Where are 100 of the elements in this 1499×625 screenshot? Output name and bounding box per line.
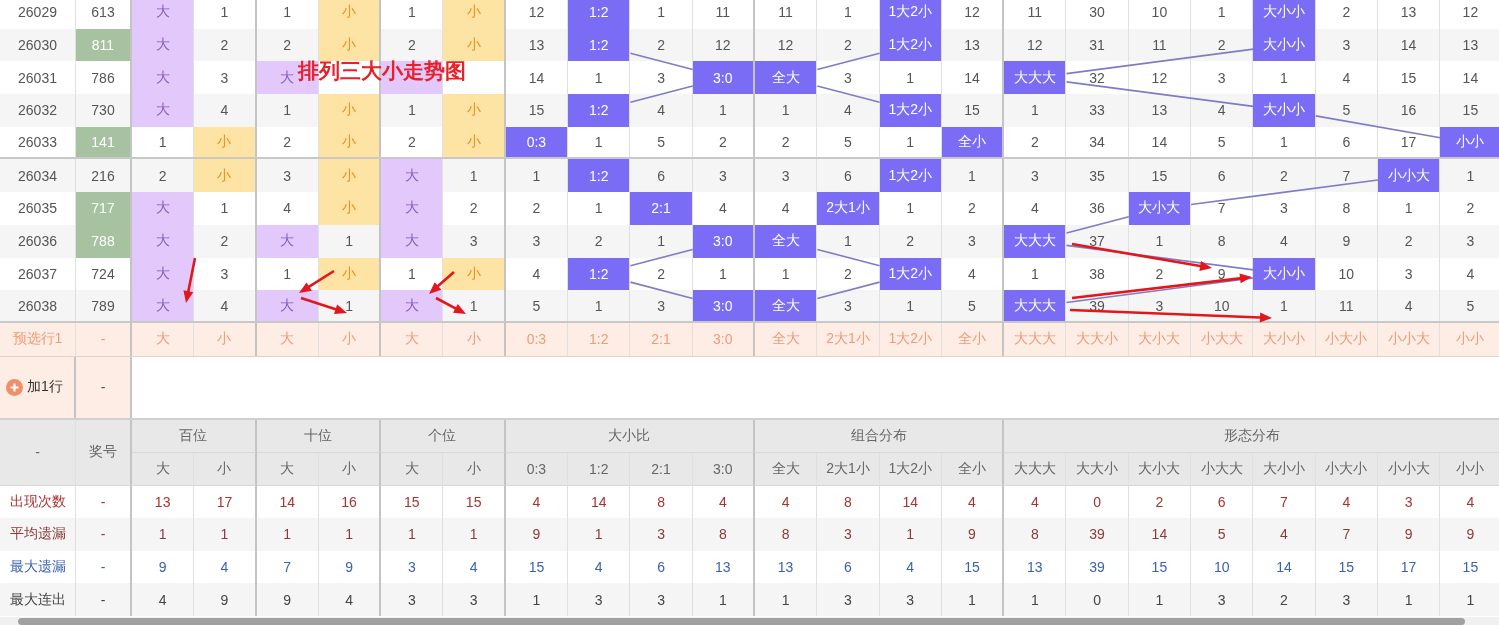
miss-count: 9 xyxy=(1315,224,1378,258)
hit-marker: 大 xyxy=(132,224,195,258)
hit-marker: 大小小 xyxy=(1253,0,1316,29)
stat-value: 3 xyxy=(630,583,693,616)
scrollbar-thumb[interactable] xyxy=(18,618,1465,625)
preselect-option[interactable]: 大 xyxy=(256,322,319,356)
stat-value: 1 xyxy=(754,583,818,616)
preselect-option[interactable]: 3:0 xyxy=(692,322,755,356)
column-header: 1大2小 xyxy=(879,452,942,486)
preselect-option[interactable]: 小 xyxy=(443,322,506,356)
annotation-arrow xyxy=(299,269,335,293)
miss-count: 2 xyxy=(1315,0,1378,29)
miss-count: 2 xyxy=(630,28,693,62)
miss-count: 4 xyxy=(817,94,880,127)
preselect-option[interactable]: 小小 xyxy=(1440,322,1499,356)
column-header: 1:2 xyxy=(568,452,631,486)
hit-marker: 小小大 xyxy=(1377,159,1441,193)
preselect-option[interactable]: 大 xyxy=(132,322,195,356)
miss-count: 6 xyxy=(1315,126,1378,158)
column-header: 小大小 xyxy=(1315,452,1378,486)
preselect-option[interactable]: 1大2小 xyxy=(879,322,942,356)
stat-value: 4 xyxy=(1253,518,1316,551)
stat-value: 3 xyxy=(443,583,506,616)
preselect-option[interactable]: 1:2 xyxy=(568,322,631,356)
scrollbar[interactable] xyxy=(0,617,1499,625)
preselect-option[interactable]: 大大小 xyxy=(1066,322,1129,356)
hit-marker: 小 xyxy=(443,257,506,291)
preselect-option[interactable]: 全小 xyxy=(941,322,1005,356)
add-row-button[interactable]: 加1行 xyxy=(0,356,76,418)
draw-number: 788 xyxy=(76,224,132,258)
miss-count: 31 xyxy=(1066,28,1129,62)
hit-marker: 1:2 xyxy=(568,0,631,29)
preselect-option[interactable]: 小大小 xyxy=(1315,322,1378,356)
hit-marker: 小 xyxy=(318,126,382,158)
trend-line xyxy=(629,248,694,267)
trend-line xyxy=(816,281,881,300)
column-header: 2:1 xyxy=(630,452,693,486)
stat-value: 3 xyxy=(381,583,444,616)
miss-count: 14 xyxy=(1377,28,1441,62)
hit-marker: 全大 xyxy=(754,290,818,321)
stat-value: 14 xyxy=(1128,518,1192,551)
hit-marker: 3:0 xyxy=(692,224,755,258)
column-header: 2大1小 xyxy=(817,452,880,486)
hit-marker: 1:2 xyxy=(568,94,631,127)
preselect-option[interactable]: 小 xyxy=(194,322,257,356)
hit-marker: 小 xyxy=(443,28,506,62)
column-header: 大小大 xyxy=(1128,452,1192,486)
hit-marker: 大 xyxy=(132,28,195,62)
hit-marker: 小小 xyxy=(1440,126,1499,158)
group-header: 十位 xyxy=(256,419,382,453)
stat-value: 3 xyxy=(879,583,942,616)
hit-marker: 大 xyxy=(132,0,195,29)
miss-count: 8 xyxy=(1191,224,1254,258)
preselect-option[interactable]: 大大大 xyxy=(1004,322,1067,356)
column-header: 0:3 xyxy=(505,452,569,486)
miss-count: 3 xyxy=(1253,192,1316,225)
preselect-option[interactable]: 2大1小 xyxy=(817,322,880,356)
hit-marker: 大小小 xyxy=(1253,28,1316,62)
preselect-option[interactable]: 小 xyxy=(318,322,382,356)
hit-marker: 小 xyxy=(318,192,382,225)
issue-number: 26034 xyxy=(0,159,76,193)
stat-value: 3 xyxy=(1315,583,1378,616)
miss-count: 1 xyxy=(443,159,506,193)
hit-marker: 大 xyxy=(381,159,444,193)
hit-marker: 大 xyxy=(132,61,195,95)
hit-marker: 大小大 xyxy=(1128,192,1192,225)
stat-label: 最大连出 xyxy=(0,583,76,616)
miss-count: 5 xyxy=(630,126,693,158)
stat-value: 9 xyxy=(505,518,569,551)
miss-count: 2 xyxy=(505,192,569,225)
column-header: 大大小 xyxy=(1066,452,1129,486)
preselect-option[interactable]: 大 xyxy=(381,322,444,356)
miss-count: 34 xyxy=(1066,126,1129,158)
stat-value: 1 xyxy=(132,518,195,551)
preselect-option[interactable]: 小小大 xyxy=(1377,322,1441,356)
hit-marker: 大 xyxy=(256,290,319,321)
stat-value: 1 xyxy=(879,518,942,551)
hit-marker: 大 xyxy=(381,192,444,225)
hit-marker: 大 xyxy=(381,290,444,321)
preselect-option[interactable]: 0:3 xyxy=(505,322,569,356)
miss-count: 5 xyxy=(1440,290,1499,321)
miss-count: 2 xyxy=(1377,224,1441,258)
stat-value: 0 xyxy=(1066,583,1129,616)
preselect-option[interactable]: 小大大 xyxy=(1191,322,1254,356)
stat-value: 1 xyxy=(381,518,444,551)
hit-marker: 1:2 xyxy=(568,159,631,193)
miss-count: 13 xyxy=(1440,28,1499,62)
annotation-arrow xyxy=(183,257,197,303)
table-cell: - xyxy=(76,356,132,418)
miss-count: 1 xyxy=(817,224,880,258)
stat-value: 9 xyxy=(256,583,319,616)
stat-value: 9 xyxy=(1377,518,1441,551)
miss-count: 2 xyxy=(817,28,880,62)
preselect-option[interactable]: 全大 xyxy=(754,322,818,356)
preselect-option[interactable]: 2:1 xyxy=(630,322,693,356)
preselect-option[interactable]: 大小大 xyxy=(1128,322,1192,356)
draw-number: 717 xyxy=(76,192,132,225)
column-header: 小大大 xyxy=(1191,452,1254,486)
hit-marker: 3:0 xyxy=(692,290,755,321)
preselect-option[interactable]: 大小小 xyxy=(1253,322,1316,356)
